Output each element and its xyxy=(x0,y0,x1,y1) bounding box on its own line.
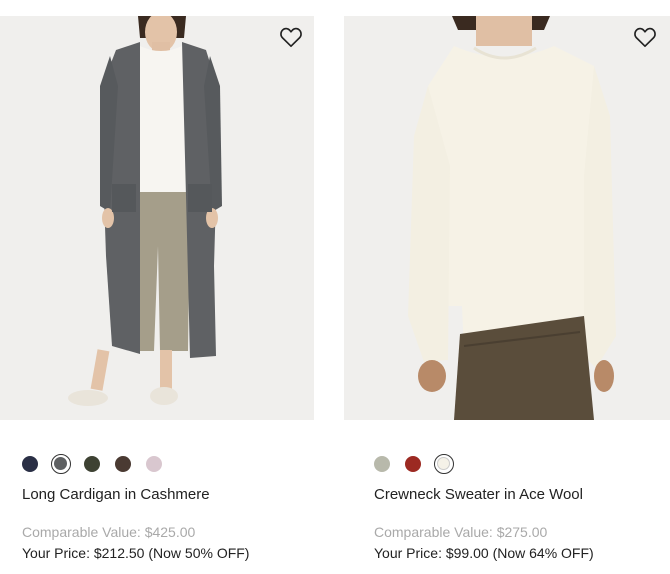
product-card[interactable] xyxy=(0,16,314,420)
comparable-value: Comparable Value: $425.00 xyxy=(22,524,196,540)
sweater-model-illustration xyxy=(344,16,670,420)
wishlist-heart-icon[interactable] xyxy=(278,24,304,50)
color-swatch-selected[interactable] xyxy=(51,454,71,474)
color-swatch[interactable] xyxy=(405,456,421,472)
color-swatch[interactable] xyxy=(374,456,390,472)
your-price: Your Price: $212.50 (Now 50% OFF) xyxy=(22,545,250,561)
color-swatch[interactable] xyxy=(84,456,100,472)
color-swatch-selected[interactable] xyxy=(434,454,454,474)
product-name[interactable]: Long Cardigan in Cashmere xyxy=(22,486,210,503)
wishlist-heart-icon[interactable] xyxy=(632,24,658,50)
color-swatch[interactable] xyxy=(146,456,162,472)
comparable-value: Comparable Value: $275.00 xyxy=(374,524,548,540)
color-swatches xyxy=(374,454,467,474)
color-swatch[interactable] xyxy=(115,456,131,472)
color-swatch[interactable] xyxy=(22,456,38,472)
color-swatches xyxy=(22,454,177,474)
product-card[interactable] xyxy=(344,16,670,420)
your-price: Your Price: $99.00 (Now 64% OFF) xyxy=(374,545,594,561)
cardigan-model-illustration xyxy=(0,16,314,420)
product-image[interactable] xyxy=(344,16,670,420)
product-image[interactable] xyxy=(0,16,314,420)
product-name[interactable]: Crewneck Sweater in Ace Wool xyxy=(374,486,583,503)
